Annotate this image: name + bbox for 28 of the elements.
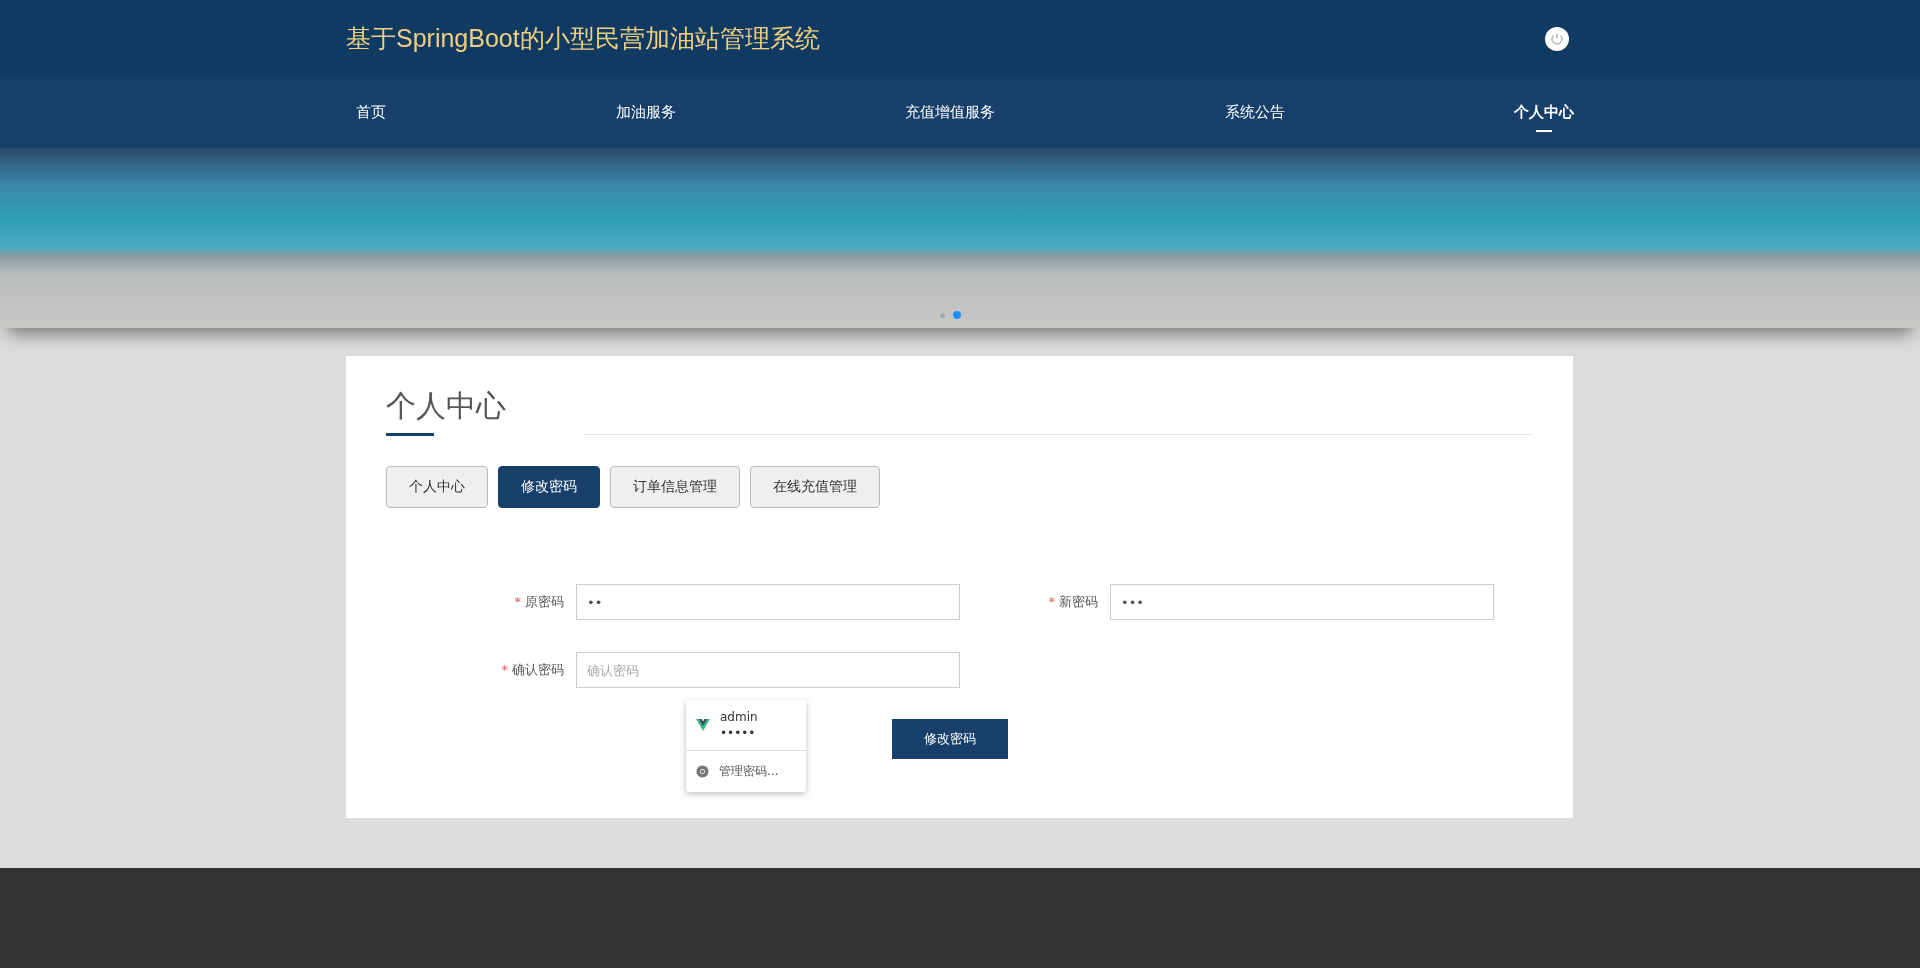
- section-title: 个人中心: [386, 387, 506, 425]
- nav-link[interactable]: 个人中心: [1514, 93, 1574, 132]
- field-label: * 确认密码: [501, 661, 564, 679]
- manage-passwords-link[interactable]: 管理密码...: [686, 751, 806, 792]
- required-asterisk: *: [501, 662, 508, 677]
- v-logo-icon: [696, 719, 710, 731]
- tab[interactable]: 修改密码: [498, 466, 600, 508]
- nav-link[interactable]: 充值增值服务: [905, 103, 995, 122]
- saved-credential[interactable]: admin •••••: [686, 700, 806, 751]
- carousel-dot[interactable]: [940, 312, 945, 318]
- site-title: 基于SpringBoot的小型民营加油站管理系统: [346, 23, 820, 54]
- nav-link[interactable]: 系统公告: [1224, 103, 1285, 122]
- nav-link[interactable]: 首页: [356, 103, 386, 122]
- required-asterisk: *: [514, 594, 521, 609]
- carousel-dot[interactable]: [953, 311, 961, 319]
- password-field[interactable]: 确认密码: [576, 652, 960, 688]
- power-icon[interactable]: [1544, 25, 1570, 52]
- tab[interactable]: 在线充值管理: [750, 466, 880, 508]
- password-field[interactable]: ••: [576, 584, 960, 620]
- required-asterisk: *: [1048, 594, 1055, 609]
- submit-button[interactable]: 修改密码: [892, 719, 1008, 759]
- field-label: * 原密码: [514, 593, 564, 611]
- chrome-icon: [696, 765, 709, 778]
- tab[interactable]: 订单信息管理: [610, 466, 740, 508]
- tab[interactable]: 个人中心: [386, 466, 488, 508]
- field-label: * 新密码: [1048, 593, 1098, 611]
- nav-link[interactable]: 加油服务: [615, 103, 676, 122]
- password-field[interactable]: •••: [1110, 584, 1494, 620]
